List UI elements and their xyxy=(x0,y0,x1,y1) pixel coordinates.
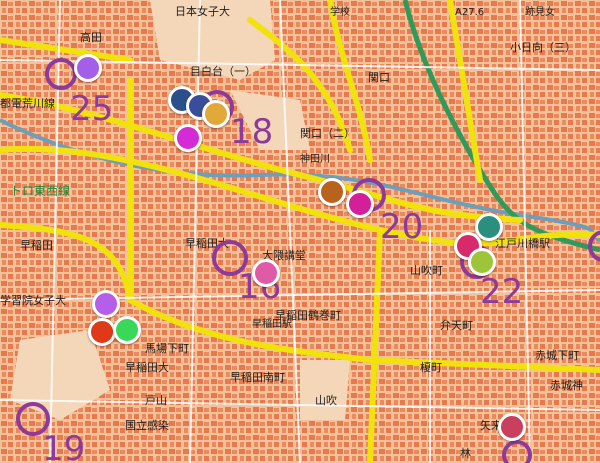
map-marker[interactable] xyxy=(468,248,496,276)
map-marker[interactable] xyxy=(202,100,230,128)
label-gakushuin: 学習院女子大 xyxy=(0,294,66,307)
label-gakko: 学校 xyxy=(330,7,350,18)
map-marker[interactable] xyxy=(74,54,102,82)
cluster-count-19: 19 xyxy=(42,429,86,463)
label-toden: 都電荒川線 xyxy=(0,97,55,110)
map-marker[interactable] xyxy=(346,190,374,218)
label-toyama: 戸山 xyxy=(145,394,167,407)
map-marker[interactable] xyxy=(252,259,280,287)
label-akagi: 赤城下町 xyxy=(535,349,579,362)
label-mejirodai: 目白台（一） xyxy=(190,65,256,78)
map-marker[interactable] xyxy=(174,124,202,152)
label-kohinata: 小日向（三） xyxy=(510,41,576,54)
cluster-count-25: 25 xyxy=(70,89,114,129)
cluster-count-22: 22 xyxy=(480,272,524,312)
label-tozai: トロ東西線 xyxy=(10,184,71,198)
label-benten: 弁天町 xyxy=(440,319,473,332)
label-elev: A27.6 xyxy=(455,7,485,18)
map-marker[interactable] xyxy=(498,413,526,441)
map-marker[interactable] xyxy=(318,178,346,206)
label-minami: 早稲田南町 xyxy=(230,371,285,384)
cluster-count-20: 20 xyxy=(380,207,424,247)
label-yamabuki: 山吹町 xyxy=(410,264,443,277)
map-marker[interactable] xyxy=(92,290,120,318)
label-akagi-jinja: 赤城神 xyxy=(550,379,583,392)
label-yamabuki2: 山吹 xyxy=(315,394,337,407)
map-marker[interactable] xyxy=(88,318,116,346)
label-hayashi: 林 xyxy=(460,447,471,460)
map-canvas[interactable]: 日本女子大 学校 跡見女 A27.6 高田 目白台（一） 関口 小日向（三） 関… xyxy=(0,0,600,463)
label-koishikawa: 跡見女 xyxy=(525,7,555,18)
label-kanda-river: 神田川 xyxy=(300,154,330,165)
cluster-ring-25[interactable] xyxy=(45,58,77,90)
label-edogawa: 江戸川橋駅 xyxy=(495,237,550,250)
label-kokuritsu: 国立感染 xyxy=(125,419,169,432)
label-takada: 高田 xyxy=(80,31,102,44)
label-waseda-mid: 早稲田大 xyxy=(125,361,169,374)
label-enokicho: 榎町 xyxy=(420,361,442,374)
label-sekiguchi2: 関口（二） xyxy=(300,127,355,140)
cluster-ring-bottom[interactable] xyxy=(502,440,532,463)
map-marker[interactable] xyxy=(113,316,141,344)
label-waseda-top: 早稲田 xyxy=(20,239,53,252)
label-babashita: 馬場下町 xyxy=(145,342,189,355)
cluster-count-18: 18 xyxy=(230,112,274,152)
label-waseda-stn: 早稲田駅 xyxy=(252,319,292,330)
label-nihon-joshi: 日本女子大 xyxy=(175,5,230,18)
label-sekiguchi: 関口 xyxy=(368,71,390,84)
